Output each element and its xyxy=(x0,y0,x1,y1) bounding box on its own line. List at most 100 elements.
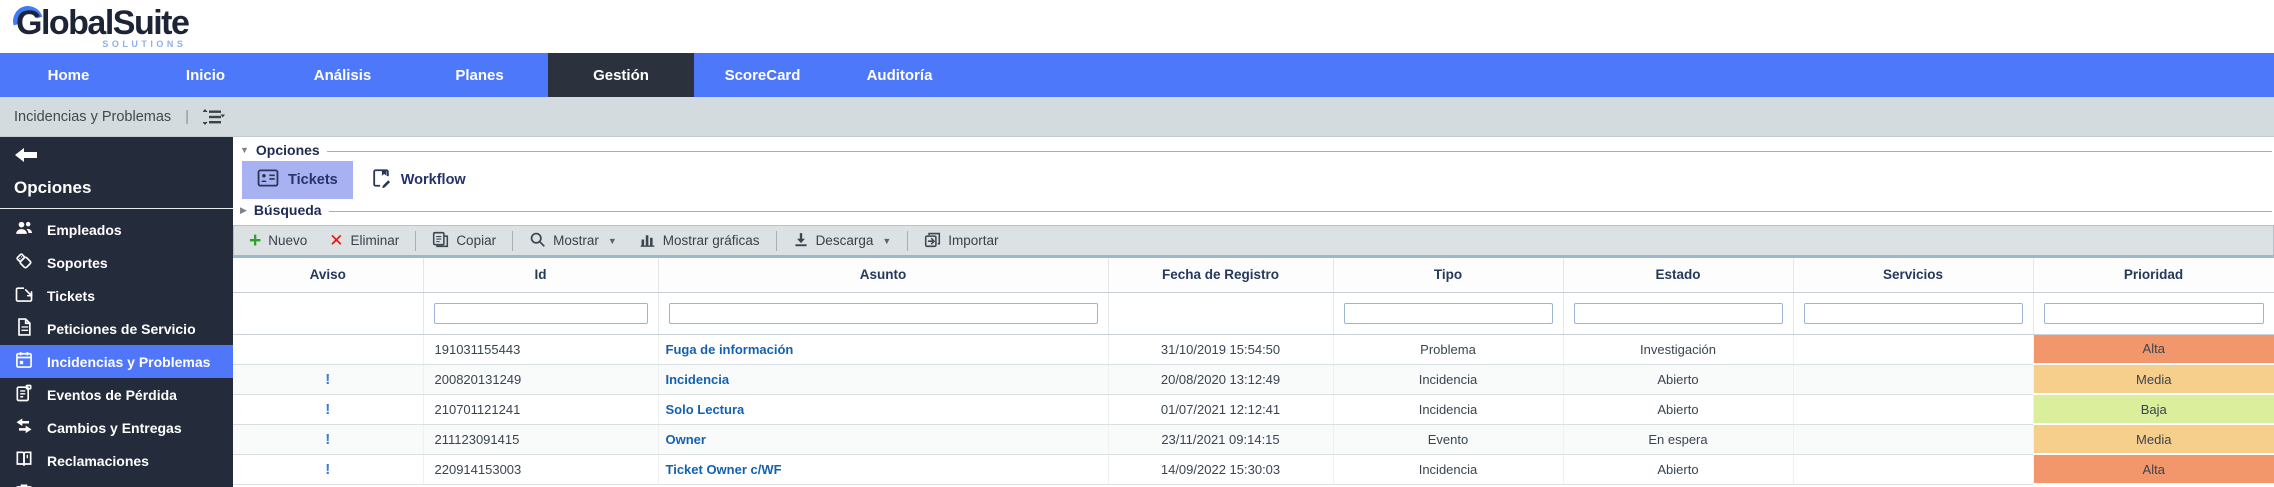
import-button[interactable]: Importar xyxy=(913,231,1009,251)
warning-exclamation-icon: ! xyxy=(325,460,331,478)
nav-item-auditoria[interactable]: Auditoría xyxy=(831,53,968,97)
menu-list-dropdown-icon[interactable] xyxy=(203,108,226,126)
asunto-link[interactable]: Fuga de información xyxy=(666,342,794,357)
calendar-icon xyxy=(14,350,34,373)
ticket-screen-icon xyxy=(14,284,34,307)
sidebar-menu: Empleados Soportes Tickets Peticiones de… xyxy=(0,209,233,487)
nav-item-planes[interactable]: Planes xyxy=(411,53,548,97)
estado-cell: Investigación xyxy=(1563,334,1794,365)
sidebar-item-partial[interactable] xyxy=(0,477,233,487)
breadcrumb-bar: Incidencias y Problemas | xyxy=(0,97,2274,137)
tab-tickets[interactable]: Tickets xyxy=(242,161,353,199)
table-row[interactable]: ! 220914153003 Ticket Owner c/WF 14/09/2… xyxy=(233,454,2274,485)
servicios-cell xyxy=(1793,364,2034,395)
app-logo[interactable]: GlobalSuite SOLUTIONS xyxy=(7,0,190,49)
servicios-cell xyxy=(1793,454,2034,485)
asunto-link[interactable]: Owner xyxy=(666,432,706,447)
collapse-triangle-icon[interactable]: ▼ xyxy=(240,145,249,155)
column-header-fecha[interactable]: Fecha de Registro xyxy=(1108,258,1334,293)
column-header-tipo[interactable]: Tipo xyxy=(1333,258,1564,293)
servicios-cell xyxy=(1793,394,2034,425)
nav-item-scorecard[interactable]: ScoreCard xyxy=(694,53,831,97)
table-toolbar: + Nuevo ✕ Eliminar Copiar Mostrar ▼ Most… xyxy=(233,225,2274,258)
table-header-row: Aviso Id Asunto Fecha de Registro Tipo E… xyxy=(233,258,2274,293)
toolbar-separator xyxy=(907,230,909,251)
delete-button-label: Eliminar xyxy=(350,233,400,248)
chevron-down-icon: ▼ xyxy=(882,235,892,246)
column-header-aviso[interactable]: Aviso xyxy=(233,258,424,293)
options-sidebar: Opciones Empleados Soportes Tickets Peti… xyxy=(0,137,233,487)
logo-brand-text: GlobalSuite xyxy=(16,4,190,42)
people-icon xyxy=(14,218,34,241)
search-section-header: ▶ Búsqueda xyxy=(240,202,2272,218)
nav-item-home[interactable]: Home xyxy=(0,53,137,97)
copy-button[interactable]: Copiar xyxy=(421,231,507,251)
column-header-id[interactable]: Id xyxy=(423,258,659,293)
fecha-cell: 20/08/2020 13:12:49 xyxy=(1108,364,1334,395)
nav-item-inicio[interactable]: Inicio xyxy=(137,53,274,97)
sidebar-item-label: Incidencias y Problemas xyxy=(47,353,211,370)
asunto-link[interactable]: Solo Lectura xyxy=(666,402,745,417)
fecha-cell: 23/11/2021 09:14:15 xyxy=(1108,424,1334,455)
collapse-sidebar-button[interactable] xyxy=(0,137,233,172)
toolbar-separator xyxy=(415,230,417,251)
estado-filter-input[interactable] xyxy=(1573,302,1783,324)
search-section-label: Búsqueda xyxy=(253,202,322,218)
app-window: GlobalSuite SOLUTIONS Home Inicio Anális… xyxy=(0,0,2274,487)
sidebar-item-label: Tickets xyxy=(47,287,95,304)
section-rule xyxy=(326,150,2272,152)
nav-item-analisis[interactable]: Análisis xyxy=(274,53,411,97)
sidebar-item-reclamaciones[interactable]: Reclamaciones xyxy=(0,444,233,477)
fecha-cell: 14/09/2022 15:30:03 xyxy=(1108,454,1334,485)
top-header: GlobalSuite SOLUTIONS xyxy=(0,0,2274,53)
id-cell: 211123091415 xyxy=(423,424,659,455)
fecha-cell: 31/10/2019 15:54:50 xyxy=(1108,334,1334,365)
priority-badge: Alta xyxy=(2033,334,2274,365)
tab-label: Workflow xyxy=(400,172,466,188)
id-filter-input[interactable] xyxy=(433,302,648,324)
sidebar-item-label: Reclamaciones xyxy=(47,452,149,469)
asunto-link[interactable]: Ticket Owner c/WF xyxy=(666,462,782,477)
tipo-cell: Incidencia xyxy=(1333,364,1564,395)
column-header-servicios[interactable]: Servicios xyxy=(1793,258,2034,293)
new-button-label: Nuevo xyxy=(268,233,308,248)
new-button[interactable]: + Nuevo xyxy=(238,230,318,251)
warning-exclamation-icon: ! xyxy=(325,400,331,418)
column-header-estado[interactable]: Estado xyxy=(1563,258,1794,293)
sidebar-item-cambios[interactable]: Cambios y Entregas xyxy=(0,411,233,444)
show-button[interactable]: Mostrar ▼ xyxy=(518,231,628,251)
sidebar-item-label: Soportes xyxy=(47,254,108,271)
prioridad-filter-input[interactable] xyxy=(2043,302,2264,324)
tab-workflow[interactable]: Workflow xyxy=(355,161,481,199)
table-row[interactable]: 191031155443 Fuga de información 31/10/2… xyxy=(233,334,2274,365)
sidebar-item-empleados[interactable]: Empleados xyxy=(0,213,233,246)
warning-exclamation-icon: ! xyxy=(325,370,331,388)
toolbar-separator xyxy=(775,230,777,251)
nav-item-gestion[interactable]: Gestión xyxy=(548,53,694,97)
fecha-cell: 01/07/2021 12:12:41 xyxy=(1108,394,1334,425)
briefcase-icon xyxy=(14,482,34,487)
table-row[interactable]: ! 200820131249 Incidencia 20/08/2020 13:… xyxy=(233,364,2274,395)
servicios-filter-input[interactable] xyxy=(1803,302,2023,324)
download-button[interactable]: Descarga ▼ xyxy=(782,231,903,251)
table-row[interactable]: ! 210701121241 Solo Lectura 01/07/2021 1… xyxy=(233,394,2274,425)
sidebar-item-eventos[interactable]: Eventos de Pérdida xyxy=(0,378,233,411)
import-button-label: Importar xyxy=(948,233,999,248)
estado-cell: Abierto xyxy=(1563,364,1794,395)
servicios-cell xyxy=(1793,334,2034,365)
column-header-asunto[interactable]: Asunto xyxy=(658,258,1109,293)
sidebar-item-incidencias[interactable]: Incidencias y Problemas xyxy=(0,345,233,378)
sidebar-item-label: Peticiones de Servicio xyxy=(47,320,196,337)
sidebar-item-tickets[interactable]: Tickets xyxy=(0,279,233,312)
copy-button-label: Copiar xyxy=(456,233,497,248)
tipo-filter-input[interactable] xyxy=(1343,302,1553,324)
expand-triangle-icon[interactable]: ▶ xyxy=(240,205,247,216)
table-row[interactable]: ! 211123091415 Owner 23/11/2021 09:14:15… xyxy=(233,424,2274,455)
show-charts-button[interactable]: Mostrar gráficas xyxy=(628,231,771,251)
column-header-prioridad[interactable]: Prioridad xyxy=(2033,258,2274,293)
sidebar-item-soportes[interactable]: Soportes xyxy=(0,246,233,279)
delete-button[interactable]: ✕ Eliminar xyxy=(318,231,410,250)
asunto-filter-input[interactable] xyxy=(668,302,1098,324)
sidebar-item-peticiones[interactable]: Peticiones de Servicio xyxy=(0,312,233,345)
asunto-link[interactable]: Incidencia xyxy=(666,372,730,387)
